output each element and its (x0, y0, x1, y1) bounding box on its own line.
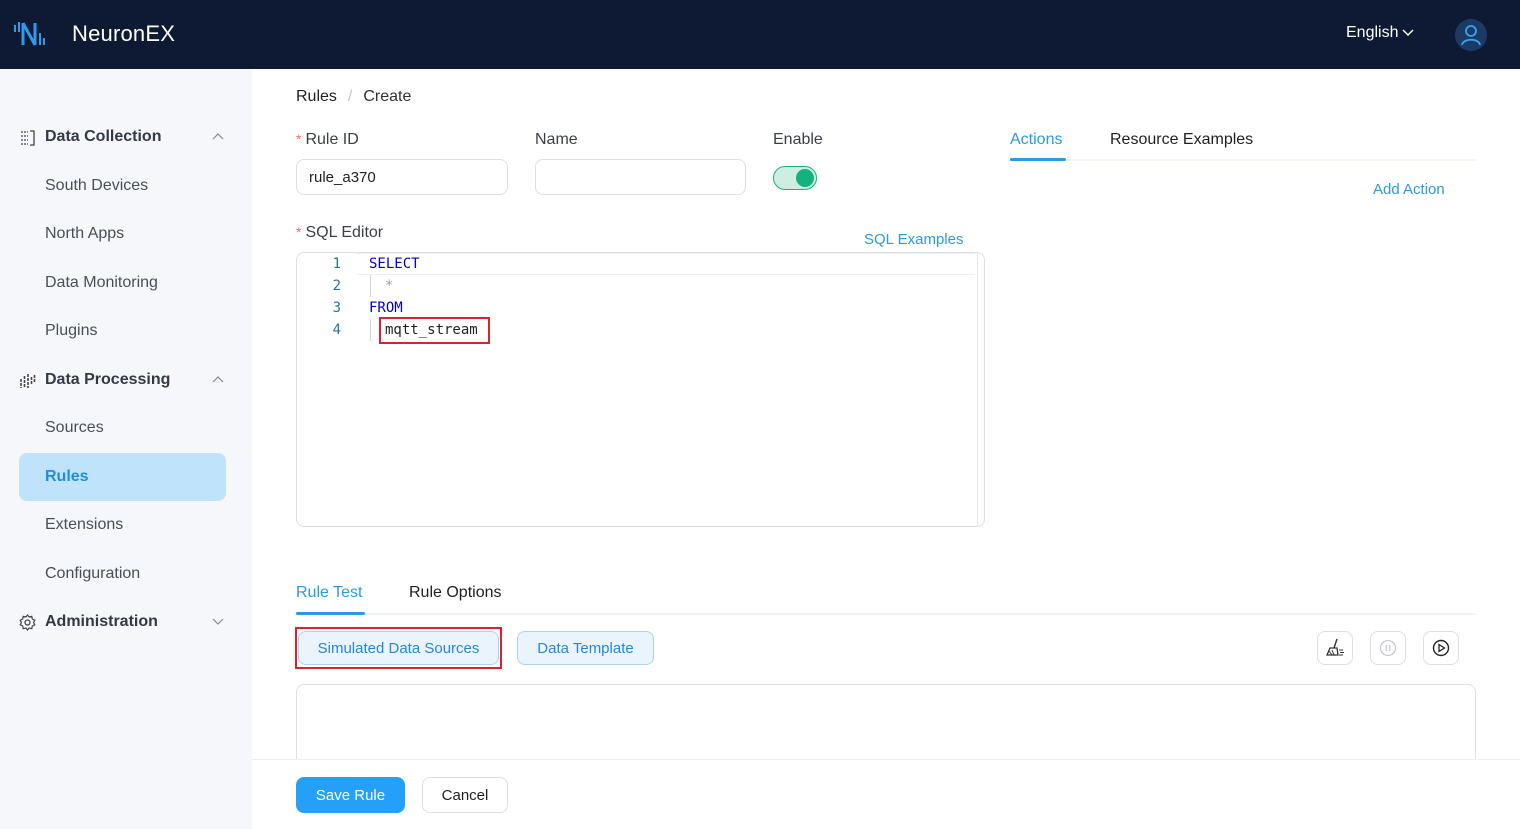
sidebar-group-administration[interactable]: Administration (0, 602, 252, 642)
user-avatar[interactable] (1455, 19, 1487, 51)
required-asterisk: * (296, 224, 302, 240)
indent-guide (370, 319, 371, 341)
name-input[interactable] (535, 159, 746, 195)
sidebar-item-south-devices[interactable]: South Devices (19, 162, 226, 210)
code-text: * (385, 278, 394, 294)
sidebar-item-extensions[interactable]: Extensions (19, 501, 226, 549)
form-footer: Save Rule Cancel (252, 759, 1520, 829)
chevron-up-icon (212, 376, 224, 383)
sidebar-item-label: Extensions (45, 516, 124, 533)
sidebar-group-label: Data Collection (45, 128, 162, 145)
main-content: Rules / Create *Rule ID Name Enable Acti… (252, 69, 1520, 829)
tab-actions[interactable]: Actions (1010, 131, 1062, 149)
actions-tabs: Actions Resource Examples (1010, 127, 1476, 161)
breadcrumb-rules[interactable]: Rules (296, 88, 337, 106)
logo[interactable]: NeuronEX (14, 19, 175, 49)
sidebar-group-data-processing[interactable]: Data Processing (0, 360, 252, 400)
broom-icon (1326, 638, 1344, 656)
code-line: 3 FROM (297, 297, 977, 319)
toggle-knob (796, 169, 814, 187)
sidebar-item-label: Plugins (45, 322, 98, 339)
chevron-up-icon (212, 133, 224, 140)
bars-icon (20, 374, 36, 388)
annotation-highlight (295, 627, 502, 669)
chevron-down-icon (1402, 29, 1415, 37)
active-tab-indicator (1010, 158, 1066, 161)
line-number: 1 (332, 256, 341, 272)
code-text: SELECT (369, 256, 420, 272)
pause-button[interactable] (1370, 631, 1406, 665)
sidebar-item-north-apps[interactable]: North Apps (19, 210, 226, 258)
sidebar-item-label: North Apps (45, 225, 125, 242)
save-rule-button[interactable]: Save Rule (296, 777, 405, 813)
active-tab-indicator (296, 612, 365, 615)
clear-button[interactable] (1317, 631, 1353, 665)
rule-id-input[interactable] (296, 159, 508, 195)
sidebar-item-rules[interactable]: Rules (19, 453, 226, 501)
code-line: 1 SELECT (297, 253, 977, 275)
line-number: 2 (332, 278, 341, 294)
play-icon (1432, 639, 1450, 657)
code-line: 2 * (297, 275, 977, 297)
list-icon (21, 130, 35, 146)
code-text: FROM (369, 300, 403, 316)
cancel-button[interactable]: Cancel (422, 777, 508, 813)
sidebar-group-label: Administration (45, 613, 158, 630)
user-icon (1461, 25, 1481, 46)
app-name: NeuronEX (72, 21, 176, 46)
breadcrumb-separator: / (347, 88, 353, 105)
run-button[interactable] (1423, 631, 1459, 665)
sidebar: Data Collection South Devices North Apps… (0, 69, 252, 829)
sql-examples-link[interactable]: SQL Examples (864, 231, 964, 248)
neuronex-logo-icon (14, 22, 45, 46)
sidebar-item-data-monitoring[interactable]: Data Monitoring (19, 259, 226, 307)
add-action-link[interactable]: Add Action (1373, 181, 1445, 198)
line-number: 4 (332, 322, 341, 338)
pause-icon (1379, 639, 1397, 657)
tab-rule-options[interactable]: Rule Options (409, 584, 502, 602)
sql-editor[interactable]: 1 SELECT 2 * 3 FROM 4 mqtt_stream (296, 252, 985, 527)
tab-rule-test[interactable]: Rule Test (296, 584, 362, 602)
tab-resource-examples[interactable]: Resource Examples (1110, 131, 1253, 149)
rule-id-label: * Rule ID (296, 131, 359, 149)
sidebar-item-plugins[interactable]: Plugins (19, 307, 226, 355)
enable-label: Enable (773, 131, 823, 148)
breadcrumb: Rules / Create (296, 88, 411, 106)
gear-icon (19, 614, 36, 631)
required-asterisk: * (296, 131, 302, 147)
annotation-highlight (379, 317, 490, 344)
chevron-down-icon (212, 618, 224, 625)
sidebar-item-label: Sources (45, 419, 104, 436)
editor-scrollbar[interactable] (977, 253, 978, 526)
rule-id-label-text: Rule ID (305, 131, 359, 148)
sql-editor-label-text: SQL Editor (305, 224, 384, 241)
sidebar-item-label: Data Monitoring (45, 274, 158, 291)
indent-guide (370, 275, 371, 297)
test-output-area[interactable] (296, 684, 1476, 764)
sidebar-item-configuration[interactable]: Configuration (19, 550, 226, 598)
name-label: Name (535, 131, 578, 148)
sidebar-item-sources[interactable]: Sources (19, 404, 226, 452)
top-bar: NeuronEX English (0, 0, 1520, 69)
line-number: 3 (332, 300, 341, 316)
sidebar-item-label: South Devices (45, 177, 149, 194)
breadcrumb-create: Create (363, 88, 412, 105)
sql-editor-label: * SQL Editor (296, 224, 383, 242)
language-label: English (1346, 24, 1399, 41)
enable-toggle[interactable] (773, 166, 817, 190)
sidebar-item-label: Rules (45, 468, 89, 485)
sidebar-group-label: Data Processing (45, 371, 171, 388)
data-template-button[interactable]: Data Template (517, 631, 654, 665)
language-selector[interactable]: English (1346, 24, 1415, 42)
sidebar-item-label: Configuration (45, 565, 141, 582)
rule-test-tabs: Rule Test Rule Options (296, 581, 1476, 615)
sidebar-group-data-collection[interactable]: Data Collection (0, 117, 252, 157)
